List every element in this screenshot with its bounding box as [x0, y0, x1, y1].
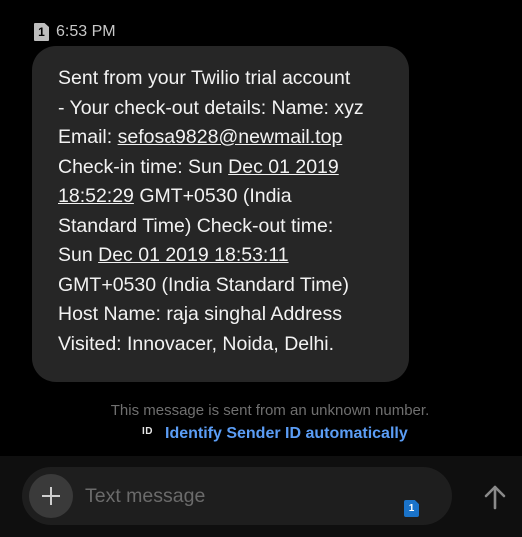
- message-text: Email:: [58, 126, 118, 148]
- message-line: GMT+0530 (India Standard Time): [58, 271, 399, 301]
- message-text: Host Name: raja singhal Address: [58, 303, 342, 325]
- sim-select-number: 1: [408, 503, 415, 514]
- identify-sender-link[interactable]: Identify Sender ID automatically: [165, 425, 408, 443]
- message-text: GMT+0530 (India: [133, 185, 292, 207]
- message-link[interactable]: Dec 01 2019: [228, 156, 339, 178]
- conversation-screen: 1 6:53 PM Sent from your Twilio trial ac…: [0, 0, 522, 537]
- identify-sender-row[interactable]: ID Identify Sender ID automatically: [142, 425, 408, 443]
- message-text: Visited: Innovacer, Noida, Delhi.: [58, 332, 335, 355]
- composer-bar: 1: [0, 456, 522, 537]
- message-line: Standard Time) Check-out time:: [58, 212, 399, 242]
- message-input-container: 1: [22, 467, 452, 525]
- send-button[interactable]: [478, 480, 512, 514]
- message-input[interactable]: [85, 481, 385, 511]
- sim-card-icon: 1: [34, 23, 49, 41]
- message-line: Sun Dec 01 2019 18:53:11: [58, 241, 399, 271]
- message-line: Visited: Innovacer, Noida, Delhi.: [58, 330, 399, 360]
- message-time: 6:53 PM: [56, 23, 116, 40]
- message-line: - Your check-out details: Name: xyz: [58, 94, 399, 124]
- message-line: Host Name: raja singhal Address: [58, 300, 399, 330]
- message-link[interactable]: Dec 01 2019 18:53:11: [98, 244, 288, 266]
- message-line: Check-in time: Sun Dec 01 2019: [58, 153, 399, 183]
- message-text: Standard Time) Check-out time:: [58, 214, 334, 237]
- message-line: Sent from your Twilio trial account: [58, 64, 399, 94]
- message-link[interactable]: sefosa9828@newmail.top: [118, 126, 343, 148]
- message-text: Sent from your Twilio trial account: [58, 67, 351, 89]
- sim-badge-number: 1: [38, 25, 45, 39]
- message-text: - Your check-out details: Name: xyz: [58, 96, 364, 119]
- plus-icon[interactable]: [29, 474, 73, 518]
- arrow-up-icon: [484, 485, 506, 510]
- message-text: Check-in time: Sun: [58, 155, 229, 178]
- received-message-bubble[interactable]: Sent from your Twilio trial account - You…: [32, 46, 409, 382]
- message-line: 18:52:29 GMT+0530 (India: [58, 182, 399, 212]
- message-text: Sun: [58, 244, 99, 266]
- message-link[interactable]: 18:52:29: [58, 185, 134, 207]
- message-text: GMT+0530 (India Standard Time): [58, 273, 350, 296]
- message-body: Sent from your Twilio trial account - You…: [58, 64, 399, 359]
- message-timestamp: 1 6:53 PM: [34, 22, 116, 42]
- unknown-number-notice: This message is sent from an unknown num…: [110, 402, 430, 419]
- sim-select-icon[interactable]: 1: [404, 500, 419, 517]
- message-line: Email: sefosa9828@newmail.top: [58, 123, 399, 153]
- id-icon: ID: [142, 425, 153, 437]
